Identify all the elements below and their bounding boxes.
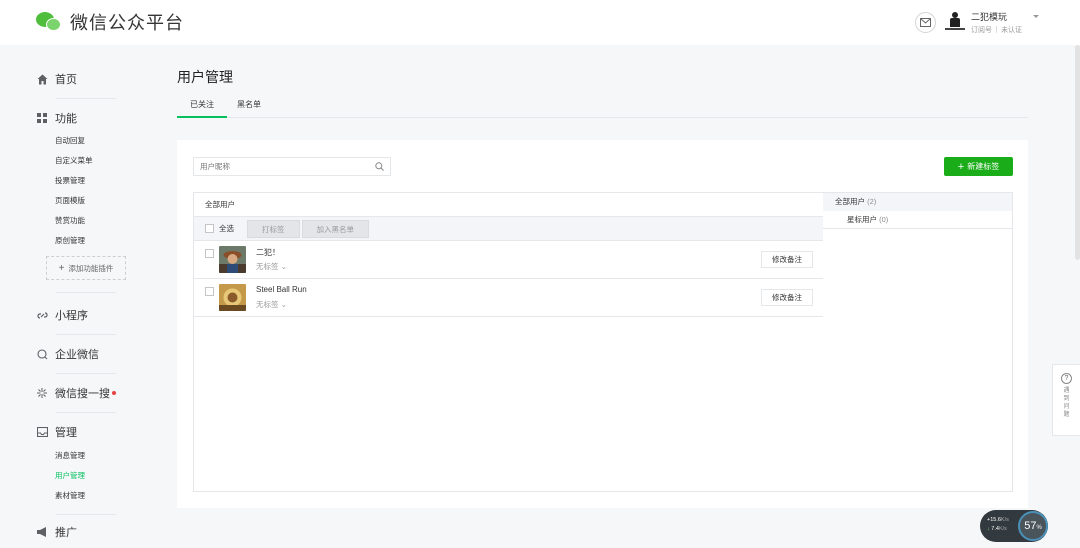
tag-starred-users[interactable]: 星标用户 (0): [823, 211, 1012, 229]
sidebar-item-page-template[interactable]: 页面模版: [36, 191, 126, 211]
tag-button[interactable]: 打标签: [247, 219, 300, 238]
search-box[interactable]: [193, 157, 391, 176]
edit-remark-button[interactable]: 修改备注: [761, 289, 813, 306]
account-menu[interactable]: 二犯模玩 订阅号 未认证: [945, 10, 1022, 35]
tab-followed[interactable]: 已关注: [177, 98, 227, 118]
grid-icon: [36, 112, 48, 124]
wechat-logo-icon: [36, 10, 64, 34]
tab-bar: 已关注 黑名单: [177, 98, 1028, 118]
sidebar-item-home[interactable]: 首页: [36, 70, 126, 88]
sidebar-item-materials[interactable]: 素材管理: [36, 486, 126, 506]
chevron-down-icon[interactable]: [1033, 15, 1039, 18]
account-name: 二犯模玩: [971, 12, 1008, 22]
table-row: 二犯！ 无标签 ⌄ 修改备注: [194, 241, 823, 279]
avatar[interactable]: [219, 284, 246, 311]
sidebar-item-messages[interactable]: 消息管理: [36, 446, 126, 466]
sidebar-item-promote[interactable]: 推广: [36, 523, 126, 541]
sidebar-item-custom-menu[interactable]: 自定义菜单: [36, 151, 126, 171]
link-icon: [36, 309, 48, 321]
top-bar: 微信公众平台 二犯模玩 订阅号 未认证: [0, 0, 1080, 45]
plus-icon: +: [957, 160, 965, 173]
search-one-search-icon: [36, 387, 48, 399]
select-all-checkbox[interactable]: [205, 224, 214, 233]
avatar[interactable]: [219, 246, 246, 273]
feedback-button[interactable]: ? 遇到问题: [1052, 364, 1080, 436]
sidebar-item-mini-program[interactable]: 小程序: [36, 306, 126, 324]
edit-remark-button[interactable]: 修改备注: [761, 251, 813, 268]
sidebar-item-search[interactable]: 微信搜一搜: [36, 384, 126, 402]
table-row: Steel Ball Run 无标签 ⌄ 修改备注: [194, 279, 823, 317]
add-blacklist-button[interactable]: 加入黑名单: [301, 219, 369, 238]
user-list: 全部用户 全选 打标签 加入黑名单 二犯！ 无标签 ⌄ 修改备注 Steel B…: [193, 192, 824, 492]
sidebar-item-vote[interactable]: 投票管理: [36, 171, 126, 191]
row-checkbox[interactable]: [205, 287, 214, 296]
usage-percent: 57%: [1018, 511, 1048, 541]
list-header: 全部用户: [194, 193, 823, 217]
sidebar-item-work-wechat[interactable]: 企业微信: [36, 345, 126, 363]
account-avatar: [945, 12, 965, 32]
new-tag-button[interactable]: + 新建标签: [944, 157, 1013, 176]
search-icon[interactable]: [375, 160, 384, 174]
mail-icon[interactable]: [915, 12, 936, 33]
sidebar-item-users[interactable]: 用户管理: [36, 466, 126, 486]
network-speed-widget[interactable]: +15.6K/s ↓ 7.4K/s 57%: [980, 510, 1048, 542]
user-tag[interactable]: 无标签 ⌄: [256, 299, 287, 310]
sidebar-item-features[interactable]: 功能: [36, 109, 126, 127]
add-plugin-button[interactable]: + 添加功能插件: [46, 256, 126, 280]
brand[interactable]: 微信公众平台: [36, 9, 184, 35]
select-all-label[interactable]: 全选: [219, 223, 247, 234]
user-panel: + 新建标签 全部用户 全选 打标签 加入黑名单 二犯！ 无标签 ⌄ 修改备注 …: [177, 140, 1028, 508]
plus-icon: +: [58, 262, 65, 274]
sidebar-item-original[interactable]: 原创管理: [36, 231, 126, 251]
sidebar: 首页 功能 自动回复 自定义菜单 投票管理 页面模版 赞赏功能 原创管理 + 添…: [36, 60, 126, 541]
chat-bubble-icon: [36, 348, 48, 360]
search-input[interactable]: [200, 162, 360, 171]
user-name[interactable]: Steel Ball Run: [256, 285, 307, 294]
chevron-down-icon: ⌄: [280, 300, 287, 309]
tag-all-users[interactable]: 全部用户 (2): [823, 193, 1012, 211]
megaphone-icon: [36, 526, 48, 538]
inbox-icon: [36, 426, 48, 438]
chevron-down-icon: ⌄: [280, 262, 287, 271]
user-name[interactable]: 二犯！: [256, 247, 280, 258]
list-toolbar: 全选 打标签 加入黑名单: [194, 217, 823, 241]
sidebar-item-manage[interactable]: 管理: [36, 423, 126, 441]
account-status: 未认证: [1001, 27, 1022, 34]
question-icon: ?: [1061, 373, 1072, 384]
row-checkbox[interactable]: [205, 249, 214, 258]
user-tag[interactable]: 无标签 ⌄: [256, 261, 287, 272]
tag-sidebar: 全部用户 (2) 星标用户 (0): [823, 192, 1013, 492]
sidebar-item-auto-reply[interactable]: 自动回复: [36, 131, 126, 151]
tab-blacklist[interactable]: 黑名单: [237, 98, 267, 118]
scrollbar[interactable]: [1075, 45, 1080, 260]
sidebar-item-reward[interactable]: 赞赏功能: [36, 211, 126, 231]
page-title: 用户管理: [177, 69, 233, 85]
brand-title: 微信公众平台: [70, 13, 184, 33]
home-icon: [36, 73, 48, 85]
account-type: 订阅号: [971, 27, 992, 34]
notification-dot: [112, 391, 116, 395]
